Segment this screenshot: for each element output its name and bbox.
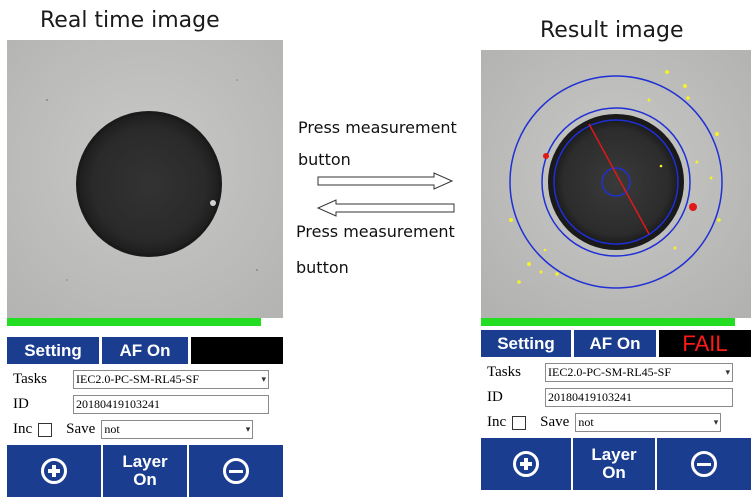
inc-label: Inc xyxy=(487,414,507,430)
minus-circle-icon xyxy=(223,458,249,484)
id-value: 20180419103241 xyxy=(548,390,632,404)
layer-on-button[interactable]: Layer On xyxy=(103,445,187,497)
layer-label-line2: On xyxy=(602,463,626,482)
save-label: Save xyxy=(66,421,96,437)
bottom-toolbar: Layer On xyxy=(481,438,751,490)
focus-progress-fill xyxy=(7,318,261,326)
control-panel: Setting AF On FAIL Tasks IEC2.0-PC-SM-RL… xyxy=(481,330,751,435)
id-input[interactable]: 20180419103241 xyxy=(73,395,269,414)
id-label: ID xyxy=(13,396,29,412)
af-on-button[interactable]: AF On xyxy=(102,337,188,364)
id-input[interactable]: 20180419103241 xyxy=(545,388,733,407)
save-value: not xyxy=(104,422,120,436)
af-on-button[interactable]: AF On xyxy=(574,330,656,357)
layer-label-line1: Layer xyxy=(122,452,168,471)
backward-arrow-icon xyxy=(316,199,455,217)
tasks-label: Tasks xyxy=(13,371,47,387)
zoom-out-button[interactable] xyxy=(189,445,283,497)
inc-checkbox[interactable] xyxy=(38,422,53,437)
tasks-value: IEC2.0-PC-SM-RL45-SF xyxy=(548,365,672,379)
dropdown-arrow-icon: ▾ xyxy=(245,424,251,434)
dropdown-arrow-icon: ▾ xyxy=(725,367,730,377)
inc-checkbox[interactable] xyxy=(512,415,527,430)
real-time-image-caption: Real time image xyxy=(40,8,220,33)
tasks-value: IEC2.0-PC-SM-RL45-SF xyxy=(76,372,200,386)
dropdown-arrow-icon: ▾ xyxy=(261,374,266,384)
result-image-view xyxy=(481,50,751,318)
id-label: ID xyxy=(487,389,503,405)
tasks-label: Tasks xyxy=(487,364,521,380)
dropdown-arrow-icon: ▾ xyxy=(713,417,719,427)
zoom-in-button[interactable] xyxy=(7,445,101,497)
plus-circle-icon xyxy=(513,451,539,477)
result-image-caption: Result image xyxy=(540,18,684,43)
plus-circle-icon xyxy=(41,458,67,484)
zoom-out-button[interactable] xyxy=(657,438,751,490)
bottom-toolbar: Layer On xyxy=(7,445,283,497)
zoom-in-button[interactable] xyxy=(481,438,571,490)
layer-label-line2: On xyxy=(133,470,157,489)
save-label: Save xyxy=(540,414,570,430)
forward-instruction-line2: button xyxy=(298,150,351,169)
tasks-select[interactable]: IEC2.0-PC-SM-RL45-SF ▾ xyxy=(73,370,269,389)
id-value: 20180419103241 xyxy=(76,397,160,411)
result-status xyxy=(191,337,283,364)
minus-circle-icon xyxy=(691,451,717,477)
backward-instruction-line1: Press measurement xyxy=(296,222,455,241)
result-status: FAIL xyxy=(659,330,751,357)
setting-button[interactable]: Setting xyxy=(481,330,571,357)
setting-button[interactable]: Setting xyxy=(7,337,99,364)
save-select[interactable]: not ▾ xyxy=(101,420,254,439)
save-select[interactable]: not ▾ xyxy=(575,413,722,432)
inc-label: Inc xyxy=(13,421,33,437)
forward-arrow-icon xyxy=(317,172,454,190)
layer-on-button[interactable]: Layer On xyxy=(573,438,655,490)
layer-label-line1: Layer xyxy=(591,445,637,464)
save-value: not xyxy=(578,415,594,429)
tasks-select[interactable]: IEC2.0-PC-SM-RL45-SF ▾ xyxy=(545,363,733,382)
focus-progress-bar xyxy=(7,318,283,326)
real-time-device-panel: Setting AF On Tasks IEC2.0-PC-SM-RL45-SF… xyxy=(7,40,283,497)
backward-instruction-line2: button xyxy=(296,258,349,277)
real-time-image-view xyxy=(7,40,283,318)
focus-progress-bar xyxy=(481,318,751,326)
result-device-panel: Setting AF On FAIL Tasks IEC2.0-PC-SM-RL… xyxy=(481,50,751,490)
control-panel: Setting AF On Tasks IEC2.0-PC-SM-RL45-SF… xyxy=(7,337,283,442)
focus-progress-fill xyxy=(481,318,735,326)
forward-instruction-line1: Press measurement xyxy=(298,118,457,137)
